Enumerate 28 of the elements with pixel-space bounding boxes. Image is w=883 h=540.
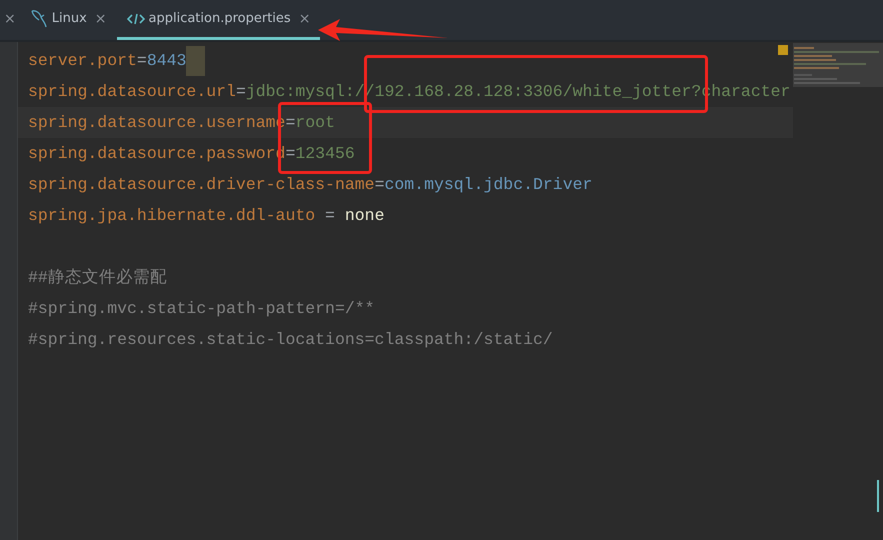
property-value: 123456	[295, 142, 355, 164]
editor-tab[interactable]: application.properties ×	[116, 0, 320, 40]
equals-sign: =	[324, 204, 336, 226]
property-key: spring.datasource.driver-class-name	[28, 174, 375, 196]
equals-sign: =	[236, 80, 246, 102]
close-icon[interactable]: ×	[94, 10, 106, 26]
comment-line: #spring.mvc.static-path-pattern=/**	[28, 298, 375, 320]
comment-line: #spring.resources.static-locations=classpath:/static/	[28, 328, 553, 350]
property-value: com.mysql.jdbc.Driver	[384, 174, 592, 196]
property-key: spring.datasource.url	[28, 80, 236, 102]
warning-marker	[778, 45, 788, 55]
arrow-icon	[318, 18, 448, 42]
code-icon	[126, 12, 144, 26]
editor-tab[interactable]: Linux ×	[20, 0, 116, 40]
property-value: none	[344, 204, 384, 226]
comment-line: ##静态文件必需配	[28, 266, 167, 288]
editor-tab[interactable]: ×	[0, 0, 20, 40]
property-value: 8443	[146, 50, 186, 72]
equals-sign: =	[136, 50, 147, 72]
close-icon[interactable]: ×	[4, 10, 16, 26]
property-key: server.port	[28, 50, 137, 72]
equals-sign: =	[374, 174, 384, 196]
equals-sign: =	[285, 142, 296, 164]
equals-sign: =	[285, 112, 296, 134]
property-key: spring.jpa.hibernate.ddl-auto	[28, 204, 316, 226]
close-icon[interactable]: ×	[298, 10, 310, 26]
scrollbar-thumb[interactable]	[877, 480, 879, 512]
property-value: root	[295, 112, 335, 134]
